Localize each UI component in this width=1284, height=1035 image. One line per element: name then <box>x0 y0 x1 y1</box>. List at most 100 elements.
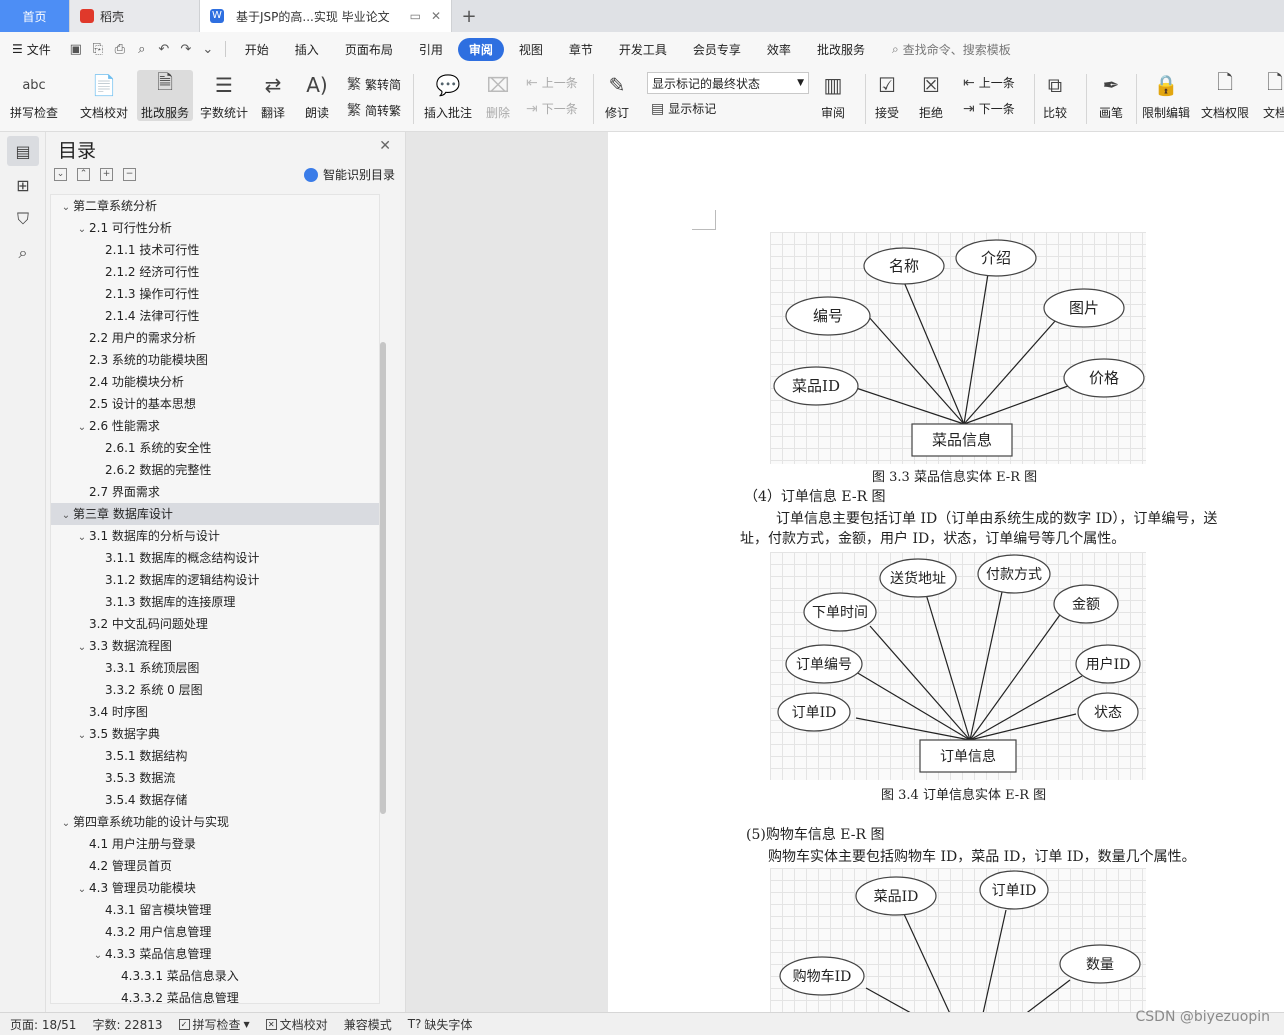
toc-item[interactable]: 3.2 中文乱码问题处理 <box>51 613 379 635</box>
chevron-down-icon[interactable]: ⌄ <box>75 219 89 241</box>
menu-member[interactable]: 会员专享 <box>682 38 752 61</box>
export-icon[interactable]: ⎘ <box>87 42 109 57</box>
read-aloud-button[interactable]: A) 朗读 <box>302 70 332 121</box>
bookmark-icon[interactable]: ⛉ <box>7 204 39 234</box>
toc-item[interactable]: ⌄ 4.3.3 菜品信息管理 <box>51 943 379 965</box>
menu-efficiency[interactable]: 效率 <box>756 38 802 61</box>
chevron-down-icon[interactable]: ⌄ <box>75 637 89 659</box>
proofread-button[interactable]: 📄 文档校对 <box>80 70 128 121</box>
toc-item[interactable]: 2.1.4 法律可行性 <box>51 305 379 327</box>
correction-service-button[interactable]: 🗎 批改服务 <box>137 70 194 121</box>
menu-correction[interactable]: 批改服务 <box>806 38 876 61</box>
toc-item[interactable]: ⌄ 3.5 数据字典 <box>51 723 379 745</box>
undo-icon[interactable]: ↶ <box>153 42 175 57</box>
close-icon[interactable]: ✕ <box>431 9 441 23</box>
accept-button[interactable]: ☑ 接受 <box>872 70 902 121</box>
toc-item[interactable]: 3.4 时序图 <box>51 701 379 723</box>
chapter-nav-icon[interactable]: ⊞ <box>7 170 39 200</box>
word-count-button[interactable]: ☰ 字数统计 <box>200 70 248 121</box>
toc-item[interactable]: ⌄ 4.3 管理员功能模块 <box>51 877 379 899</box>
new-tab-button[interactable]: + <box>452 0 486 32</box>
toc-item[interactable]: 3.3.2 系统 0 层图 <box>51 679 379 701</box>
toc-item[interactable]: 3.1.1 数据库的概念结构设计 <box>51 547 379 569</box>
trad-to-simp-button[interactable]: 繁繁转简 <box>347 74 401 94</box>
command-search[interactable]: ⌕ 查找命令、搜索模板 <box>892 41 1011 58</box>
smart-toc-button[interactable]: 智能识别目录 <box>303 166 395 183</box>
toc-item[interactable]: 2.4 功能模块分析 <box>51 371 379 393</box>
simp-to-trad-button[interactable]: 繁简转繁 <box>347 100 401 120</box>
save-icon[interactable]: ▣ <box>65 42 87 57</box>
toc-item[interactable]: ⌄ 3.3 数据流程图 <box>51 635 379 657</box>
compare-button[interactable]: ⧉ 比较 <box>1040 70 1070 121</box>
document-permission-button[interactable]: 🗋 文档权限 <box>1201 70 1249 121</box>
chevron-down-icon[interactable]: ⌄ <box>91 945 105 967</box>
next-comment-button[interactable]: ⇥ 下一条 <box>526 100 578 117</box>
toc-item[interactable]: 2.1.3 操作可行性 <box>51 283 379 305</box>
menu-developer[interactable]: 开发工具 <box>608 38 678 61</box>
menu-reference[interactable]: 引用 <box>408 38 454 61</box>
spell-check-toggle[interactable]: ✓ 拼写检查 ▼ <box>178 1016 250 1033</box>
toc-item[interactable]: 3.5.1 数据结构 <box>51 745 379 767</box>
insert-comment-button[interactable]: 💬 插入批注 <box>424 70 472 121</box>
word-count-indicator[interactable]: 字数: 22813 <box>92 1016 162 1033</box>
screen-icon[interactable]: ▭ <box>410 9 421 23</box>
toc-item[interactable]: 2.6.2 数据的完整性 <box>51 459 379 481</box>
toc-item[interactable]: 4.1 用户注册与登录 <box>51 833 379 855</box>
menu-insert[interactable]: 插入 <box>284 38 330 61</box>
search-icon[interactable]: ⌕ <box>7 238 39 268</box>
prev-comment-button[interactable]: ⇤ 上一条 <box>526 74 578 91</box>
toc-item[interactable]: 2.1.2 经济可行性 <box>51 261 379 283</box>
toc-item[interactable]: ⌄ 第四章系统功能的设计与实现 <box>51 811 379 833</box>
close-icon[interactable]: ✕ <box>379 138 391 154</box>
show-markup-button[interactable]: ▤ 显示标记 <box>651 100 716 117</box>
toc-item[interactable]: 2.1.1 技术可行性 <box>51 239 379 261</box>
toc-item[interactable]: 3.3.1 系统顶层图 <box>51 657 379 679</box>
next-change-button[interactable]: ⇥ 下一条 <box>963 100 1015 117</box>
chevron-down-icon[interactable]: ⌄ <box>59 197 73 219</box>
file-menu[interactable]: ☰ 文件 <box>12 41 51 58</box>
page-indicator[interactable]: 页面: 18/51 <box>10 1016 76 1033</box>
delete-comment-button[interactable]: ⌧ 删除 <box>483 70 513 121</box>
track-changes-button[interactable]: ✎ 修订 <box>602 70 632 121</box>
toc-item[interactable]: 2.5 设计的基本思想 <box>51 393 379 415</box>
add-heading-icon[interactable]: + <box>100 168 113 181</box>
print-icon[interactable]: ⎙ <box>109 42 131 57</box>
menu-review[interactable]: 审阅 <box>457 37 504 61</box>
prev-change-button[interactable]: ⇤ 上一条 <box>963 74 1015 91</box>
toc-item[interactable]: 4.3.3.1 菜品信息录入 <box>51 965 379 987</box>
missing-font-button[interactable]: T? 缺失字体 <box>408 1016 473 1033</box>
remove-heading-icon[interactable]: − <box>123 168 136 181</box>
menu-start[interactable]: 开始 <box>234 38 280 61</box>
toc-item[interactable]: ⌄ 2.6 性能需求 <box>51 415 379 437</box>
toc-item[interactable]: 2.7 界面需求 <box>51 481 379 503</box>
toc-icon[interactable]: ▤ <box>7 136 39 166</box>
markup-state-select[interactable]: 显示标记的最终状态 ▼ <box>647 72 809 94</box>
toc-item[interactable]: 4.2 管理员首页 <box>51 855 379 877</box>
toc-item[interactable]: 2.6.1 系统的安全性 <box>51 437 379 459</box>
spell-check-button[interactable]: abc 拼写检查 <box>10 70 58 121</box>
expand-all-icon[interactable]: ⌄ <box>54 168 67 181</box>
chevron-down-icon[interactable]: ⌄ <box>75 879 89 901</box>
toc-item[interactable]: ⌄ 第三章 数据库设计 <box>51 503 379 525</box>
proofread-status[interactable]: ✕ 文档校对 <box>265 1016 328 1033</box>
reject-button[interactable]: ☒ 拒绝 <box>916 70 946 121</box>
translate-button[interactable]: ⇄ 翻译 <box>258 70 288 121</box>
tab-daoke[interactable]: 稻壳 <box>70 0 200 32</box>
toc-item[interactable]: ⌄ 第二章系统分析 <box>51 195 379 217</box>
preview-icon[interactable]: ⌕ <box>131 42 153 57</box>
menu-chapter[interactable]: 章节 <box>558 38 604 61</box>
toc-item[interactable]: 4.3.3.2 菜品信息管理 <box>51 987 379 1003</box>
toc-item[interactable]: 3.5.4 数据存储 <box>51 789 379 811</box>
chevron-down-icon[interactable]: ⌄ <box>75 725 89 747</box>
toc-item[interactable]: 3.1.2 数据库的逻辑结构设计 <box>51 569 379 591</box>
toc-item[interactable]: 4.3.2 用户信息管理 <box>51 921 379 943</box>
pen-button[interactable]: ✒ 画笔 <box>1096 70 1126 121</box>
menu-view[interactable]: 视图 <box>508 38 554 61</box>
chevron-down-icon[interactable]: ⌄ <box>59 505 73 527</box>
document-more-button[interactable]: 🗋 文档 <box>1260 70 1284 121</box>
tab-home[interactable]: 首页 <box>0 0 70 32</box>
toc-item[interactable]: ⌄ 3.1 数据库的分析与设计 <box>51 525 379 547</box>
restrict-editing-button[interactable]: 🔒 限制编辑 <box>1142 70 1190 121</box>
toc-scrollbar[interactable] <box>380 342 386 814</box>
collapse-all-icon[interactable]: ⌃ <box>77 168 90 181</box>
